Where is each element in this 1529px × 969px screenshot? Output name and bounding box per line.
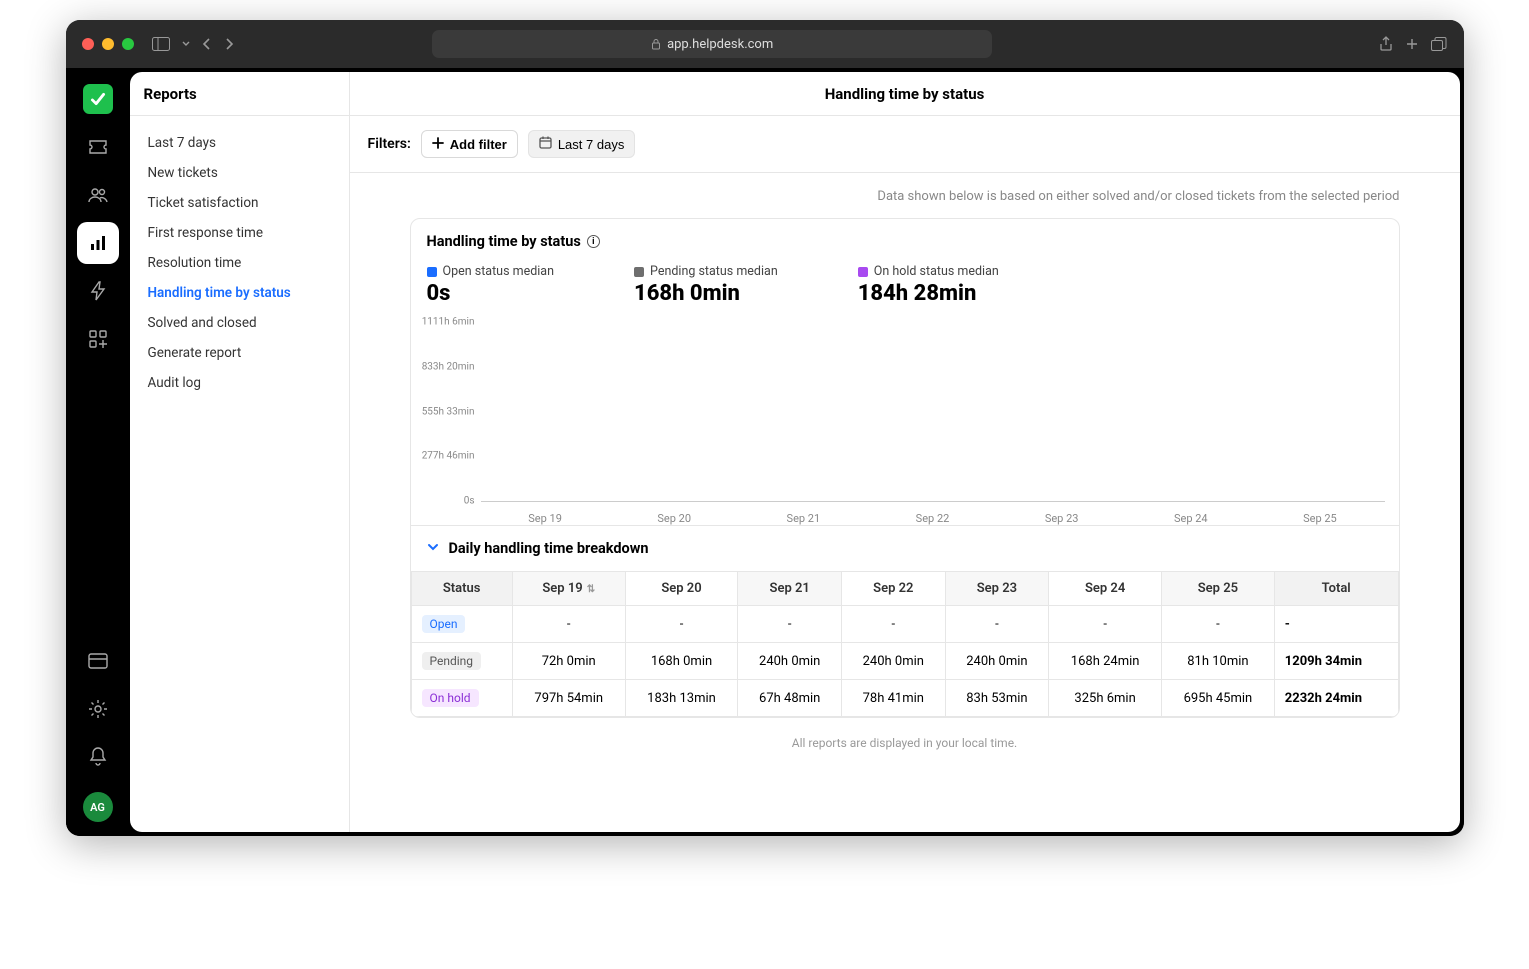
sidebar-item[interactable]: New tickets bbox=[138, 158, 341, 188]
people-icon[interactable] bbox=[77, 174, 119, 216]
table-header[interactable]: Sep 22 bbox=[842, 572, 946, 606]
status-badge: Open bbox=[422, 615, 466, 633]
table-row: On hold797h 54min183h 13min67h 48min78h … bbox=[411, 680, 1398, 717]
breakdown-toggle[interactable]: Daily handling time breakdown bbox=[411, 525, 1399, 571]
app-rail: AG bbox=[66, 68, 130, 836]
calendar-icon bbox=[539, 136, 552, 152]
date-range-button[interactable]: Last 7 days bbox=[528, 130, 636, 158]
forward-icon[interactable] bbox=[224, 37, 234, 51]
table-header[interactable]: Status bbox=[411, 572, 512, 606]
table-header[interactable]: Sep 25 bbox=[1162, 572, 1275, 606]
notifications-icon[interactable] bbox=[77, 736, 119, 778]
sidebar-item[interactable]: Audit log bbox=[138, 368, 341, 398]
add-filter-button[interactable]: Add filter bbox=[421, 130, 518, 158]
chevron-down-icon bbox=[427, 540, 439, 557]
app-logo[interactable] bbox=[77, 78, 119, 120]
share-icon[interactable] bbox=[1379, 36, 1393, 52]
table-header[interactable]: Total bbox=[1274, 572, 1398, 606]
sidebar-item[interactable]: Handling time by status bbox=[138, 278, 341, 308]
sidebar-item[interactable]: First response time bbox=[138, 218, 341, 248]
info-icon[interactable]: i bbox=[587, 235, 600, 248]
sidebar-item[interactable]: Solved and closed bbox=[138, 308, 341, 338]
tickets-icon[interactable] bbox=[77, 126, 119, 168]
status-badge: Pending bbox=[422, 652, 482, 670]
sidebar-title: Reports bbox=[130, 72, 349, 116]
legend-item: Pending status median168h 0min bbox=[634, 264, 778, 306]
table-header[interactable]: Sep 19⇅ bbox=[512, 572, 625, 606]
table-header[interactable]: Sep 23 bbox=[945, 572, 1049, 606]
tabs-icon[interactable] bbox=[1431, 37, 1447, 51]
address-bar[interactable]: app.helpdesk.com bbox=[432, 30, 992, 58]
billing-icon[interactable] bbox=[77, 640, 119, 682]
maximize-icon[interactable] bbox=[122, 38, 134, 50]
sidebar-item[interactable]: Resolution time bbox=[138, 248, 341, 278]
url-text: app.helpdesk.com bbox=[667, 37, 773, 52]
back-icon[interactable] bbox=[202, 37, 212, 51]
breakdown-table: StatusSep 19⇅Sep 20Sep 21Sep 22Sep 23Sep… bbox=[411, 571, 1399, 717]
page-title: Handling time by status bbox=[350, 72, 1460, 116]
table-header[interactable]: Sep 24 bbox=[1049, 572, 1162, 606]
handling-card: Handling time by status i Open status me… bbox=[410, 218, 1400, 718]
minimize-icon[interactable] bbox=[102, 38, 114, 50]
sidebar-item[interactable]: Ticket satisfaction bbox=[138, 188, 341, 218]
status-badge: On hold bbox=[422, 689, 479, 707]
chevron-down-icon[interactable] bbox=[182, 40, 190, 48]
table-header[interactable]: Sep 21 bbox=[738, 572, 842, 606]
table-row: Pending72h 0min168h 0min240h 0min240h 0m… bbox=[411, 643, 1398, 680]
data-note: Data shown below is based on either solv… bbox=[410, 189, 1400, 204]
sort-icon: ⇅ bbox=[587, 584, 595, 595]
card-title: Handling time by status bbox=[427, 233, 581, 250]
legend-item: Open status median0s bbox=[427, 264, 555, 306]
sidebar-toggle-icon[interactable] bbox=[152, 37, 170, 51]
new-tab-icon[interactable] bbox=[1405, 37, 1419, 51]
settings-icon[interactable] bbox=[77, 688, 119, 730]
sidebar-item[interactable]: Last 7 days bbox=[138, 128, 341, 158]
avatar[interactable]: AG bbox=[83, 792, 113, 822]
close-icon[interactable] bbox=[82, 38, 94, 50]
sidebar: Reports Last 7 daysNew ticketsTicket sat… bbox=[130, 72, 350, 832]
plus-icon bbox=[432, 137, 444, 152]
apps-icon[interactable] bbox=[77, 318, 119, 360]
chart: 0s277h 46min555h 33min833h 20min1111h 6m… bbox=[481, 322, 1385, 502]
legend-item: On hold status median184h 28min bbox=[858, 264, 999, 306]
filters-label: Filters: bbox=[368, 136, 411, 152]
reports-icon[interactable] bbox=[77, 222, 119, 264]
automation-icon[interactable] bbox=[77, 270, 119, 312]
browser-window: app.helpdesk.com bbox=[66, 20, 1464, 836]
titlebar: app.helpdesk.com bbox=[66, 20, 1464, 68]
table-header[interactable]: Sep 20 bbox=[625, 572, 738, 606]
footer-note: All reports are displayed in your local … bbox=[410, 718, 1400, 754]
sidebar-item[interactable]: Generate report bbox=[138, 338, 341, 368]
lock-icon bbox=[651, 38, 661, 50]
table-row: Open-------- bbox=[411, 606, 1398, 643]
